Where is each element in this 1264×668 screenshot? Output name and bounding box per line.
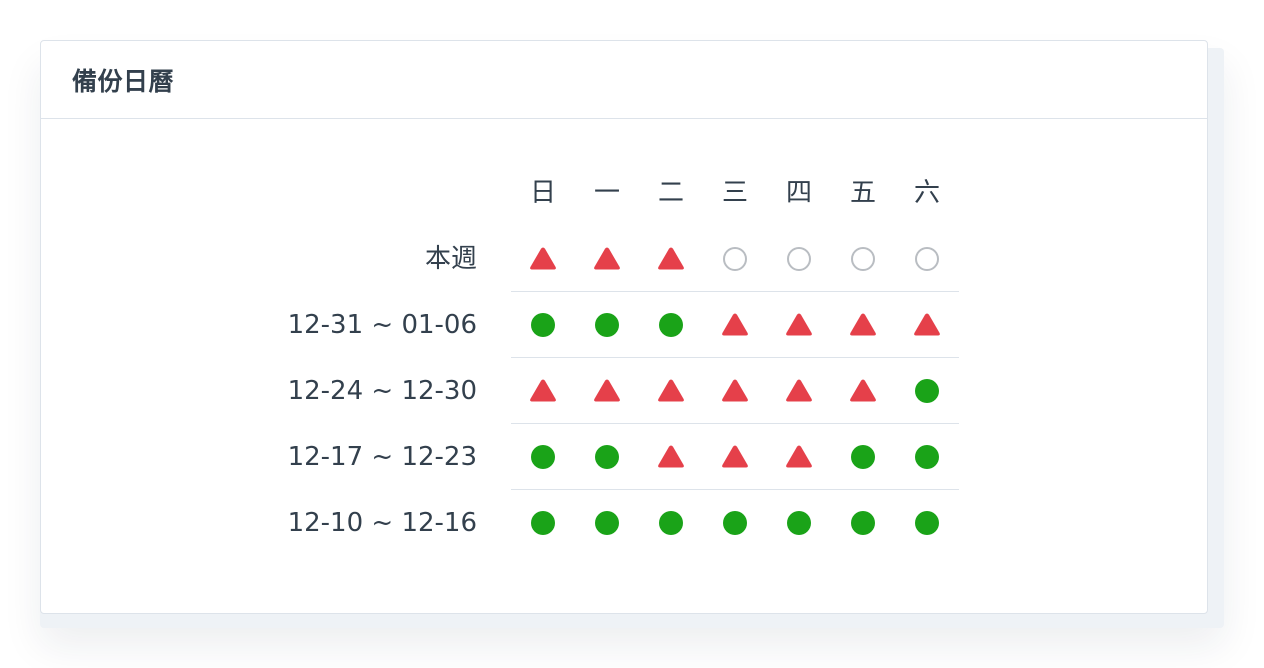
backup-warning-icon[interactable] [656, 244, 686, 274]
backup-success-icon[interactable] [720, 508, 750, 538]
backup-success-icon[interactable] [528, 442, 558, 472]
backup-warning-icon[interactable] [720, 310, 750, 340]
backup-success-icon[interactable] [912, 376, 942, 406]
backup-success-icon[interactable] [528, 310, 558, 340]
backup-warning-icon[interactable] [720, 442, 750, 472]
backup-success-icon[interactable] [656, 310, 686, 340]
backup-warning-icon[interactable] [784, 376, 814, 406]
backup-success-icon[interactable] [656, 508, 686, 538]
weekday-label: 一 [593, 178, 620, 208]
backup-success-icon[interactable] [528, 508, 558, 538]
no-backup-icon[interactable] [848, 244, 878, 274]
backup-success-icon[interactable] [848, 508, 878, 538]
backup-warning-icon[interactable] [656, 442, 686, 472]
backup-warning-icon[interactable] [784, 442, 814, 472]
card-header: 備份日曆 [41, 41, 1207, 119]
week-range-label: 12-17 ~ 12-23 [287, 442, 477, 472]
backup-calendar-card: 備份日曆 日 一 二 三 四 五 六本週 12-31 ~ 01-06 12-24 ~ 12-30… [40, 40, 1208, 614]
week-range-label: 12-10 ~ 12-16 [287, 508, 477, 538]
week-range-label: 12-24 ~ 12-30 [287, 376, 477, 406]
calendar-week-row: 本週 [41, 226, 1207, 292]
no-backup-icon[interactable] [912, 244, 942, 274]
backup-warning-icon[interactable] [656, 376, 686, 406]
backup-warning-icon[interactable] [848, 376, 878, 406]
weekday-label: 六 [913, 178, 940, 208]
backup-success-icon[interactable] [784, 508, 814, 538]
weekday-label: 日 [529, 178, 556, 208]
calendar-week-row: 12-31 ~ 01-06 [41, 292, 1207, 358]
weekday-label: 四 [785, 178, 812, 208]
backup-success-icon[interactable] [592, 508, 622, 538]
calendar-week-row: 12-24 ~ 12-30 [41, 358, 1207, 424]
no-backup-icon[interactable] [720, 244, 750, 274]
card-title: 備份日曆 [72, 66, 175, 96]
backup-success-icon[interactable] [592, 442, 622, 472]
calendar-week-row: 12-17 ~ 12-23 [41, 424, 1207, 490]
backup-warning-icon[interactable] [784, 310, 814, 340]
backup-warning-icon[interactable] [848, 310, 878, 340]
week-range-label: 本週 [424, 244, 477, 274]
calendar-week-row: 12-10 ~ 12-16 [41, 490, 1207, 556]
backup-warning-icon[interactable] [592, 244, 622, 274]
backup-success-icon[interactable] [912, 508, 942, 538]
backup-warning-icon[interactable] [720, 376, 750, 406]
backup-success-icon[interactable] [848, 442, 878, 472]
no-backup-icon[interactable] [784, 244, 814, 274]
backup-warning-icon[interactable] [912, 310, 942, 340]
weekday-label: 三 [721, 178, 748, 208]
backup-success-icon[interactable] [912, 442, 942, 472]
backup-warning-icon[interactable] [528, 376, 558, 406]
week-range-label: 12-31 ~ 01-06 [287, 310, 477, 340]
backup-warning-icon[interactable] [592, 376, 622, 406]
backup-warning-icon[interactable] [528, 244, 558, 274]
backup-success-icon[interactable] [592, 310, 622, 340]
weekday-header-row: 日一二三四五六 [41, 160, 1207, 226]
weekday-label: 五 [849, 178, 876, 208]
weekday-label: 二 [657, 178, 684, 208]
